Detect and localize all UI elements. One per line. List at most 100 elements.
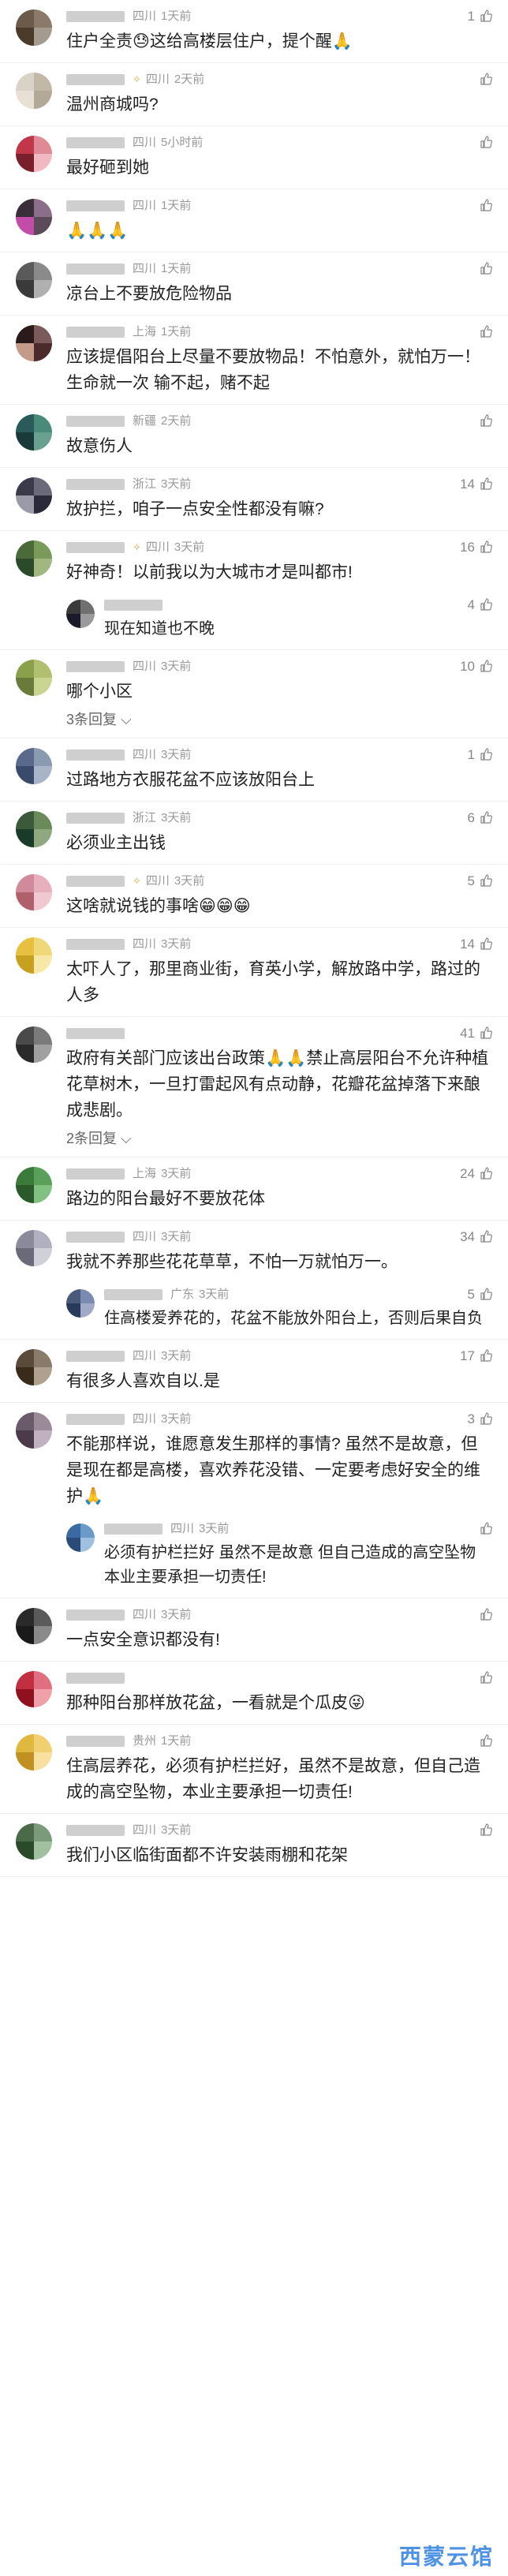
like-button[interactable]: 6 — [468, 809, 492, 827]
thumbs-up-icon[interactable] — [480, 1608, 492, 1621]
reply-item[interactable]: 四川 3天前 必须有护栏拦好 虽然不是故意 但自己造成的高空坠物 本业主要承担一切责… — [66, 1520, 492, 1590]
comment-item[interactable]: 浙江 3天前 14 放护拦，咱子一点安全性都没有嘛? — [0, 468, 508, 531]
like-button[interactable]: 14 — [460, 936, 492, 953]
avatar[interactable] — [16, 937, 52, 974]
comment-item[interactable]: 四川 5小时前 最好砸到她 — [0, 126, 508, 189]
avatar[interactable] — [16, 414, 52, 451]
thumbs-up-icon[interactable] — [480, 540, 492, 553]
avatar[interactable] — [16, 1608, 52, 1644]
blurred-username[interactable] — [66, 1736, 125, 1748]
comment-item[interactable]: ✧ 四川 3天前 5 这啥就说钱的事啥😁😁😁 — [0, 865, 508, 928]
avatar[interactable] — [16, 73, 52, 109]
thumbs-up-icon[interactable] — [480, 598, 492, 611]
comment-item[interactable]: 四川 3天前 一点安全意识都没有! — [0, 1598, 508, 1662]
comment-item[interactable]: ✧ 四川 2天前 温州商城吗? — [0, 63, 508, 126]
thumbs-up-icon[interactable] — [480, 136, 492, 148]
comment-item[interactable]: 四川 3天前 10 哪个小区 3条回复 ⌵ — [0, 650, 508, 738]
like-button[interactable] — [475, 1669, 492, 1687]
blurred-username[interactable] — [104, 600, 162, 611]
blurred-username[interactable] — [66, 813, 125, 824]
thumbs-up-icon[interactable] — [480, 748, 492, 761]
like-button[interactable]: 5 — [468, 873, 492, 890]
blurred-username[interactable] — [104, 1289, 162, 1301]
expand-replies-link[interactable]: 2条回复 ⌵ — [66, 1128, 492, 1149]
thumbs-up-icon[interactable] — [480, 1823, 492, 1836]
comment-item[interactable]: 四川 1天前 凉台上不要放危险物品 — [0, 252, 508, 316]
avatar[interactable] — [16, 540, 52, 577]
like-button[interactable]: 41 — [460, 1025, 492, 1042]
blurred-username[interactable] — [66, 1351, 125, 1363]
like-button[interactable] — [475, 1606, 492, 1624]
like-button[interactable] — [475, 260, 492, 278]
avatar[interactable] — [16, 199, 52, 235]
comment-item[interactable]: 浙江 3天前 6 必须业主出钱 — [0, 802, 508, 865]
avatar[interactable] — [16, 1823, 52, 1860]
like-button[interactable] — [475, 1733, 492, 1750]
comment-item[interactable]: 四川 3天前 我们小区临街面都不许安装雨棚和花架 — [0, 1814, 508, 1877]
avatar[interactable] — [16, 1230, 52, 1266]
avatar[interactable] — [16, 1671, 52, 1707]
like-button[interactable] — [475, 197, 492, 215]
avatar[interactable] — [16, 1167, 52, 1203]
thumbs-up-icon[interactable] — [480, 199, 492, 211]
comment-item[interactable]: 41 政府有关部门应该出台政策🙏🙏禁止高层阳台不允许种植花草树木，一旦打雷起风有点… — [0, 1017, 508, 1157]
blurred-username[interactable] — [66, 661, 125, 673]
thumbs-up-icon[interactable] — [480, 1734, 492, 1747]
blurred-username[interactable] — [66, 939, 125, 951]
like-button[interactable]: 24 — [460, 1165, 492, 1183]
avatar[interactable] — [16, 811, 52, 847]
avatar[interactable] — [16, 1412, 52, 1449]
blurred-username[interactable] — [66, 11, 125, 23]
blurred-username[interactable] — [66, 542, 125, 554]
avatar[interactable] — [66, 1524, 95, 1552]
like-button[interactable]: 14 — [460, 476, 492, 493]
avatar[interactable] — [16, 136, 52, 172]
like-button[interactable]: 1 — [468, 8, 492, 25]
comment-item[interactable]: 新疆 2天前 故意伤人 — [0, 405, 508, 468]
avatar[interactable] — [16, 660, 52, 696]
comment-item[interactable]: 四川 1天前 1 住户全责😓这给高楼层住户，提个醒🙏 — [0, 0, 508, 63]
blurred-username[interactable] — [66, 750, 125, 761]
blurred-username[interactable] — [66, 137, 125, 149]
avatar[interactable] — [16, 477, 52, 514]
like-button[interactable] — [475, 323, 492, 341]
blurred-username[interactable] — [66, 1414, 125, 1426]
avatar[interactable] — [16, 874, 52, 910]
blurred-username[interactable] — [66, 1028, 125, 1040]
blurred-username[interactable] — [66, 1232, 125, 1243]
blurred-username[interactable] — [66, 1673, 125, 1684]
comment-item[interactable]: 贵州 1天前 住高层养花，必须有护栏拦好，虽然不是故意，但自己造成的高空坠物，本业主… — [0, 1725, 508, 1814]
thumbs-up-icon[interactable] — [480, 1412, 492, 1425]
like-button[interactable] — [475, 1822, 492, 1839]
like-button[interactable]: 1 — [468, 746, 492, 764]
avatar[interactable] — [16, 748, 52, 784]
blurred-username[interactable] — [66, 200, 125, 212]
like-button[interactable]: 3 — [468, 1411, 492, 1428]
avatar[interactable] — [16, 262, 52, 298]
avatar[interactable] — [16, 1349, 52, 1385]
thumbs-up-icon[interactable] — [480, 811, 492, 824]
comment-item[interactable]: 四川 3天前 34 我就不养那些花花草草，不怕一万就怕万一。 广东 3天前 5 住高楼爱养花的… — [0, 1221, 508, 1340]
thumbs-up-icon[interactable] — [480, 1026, 492, 1039]
avatar[interactable] — [16, 1026, 52, 1063]
avatar[interactable] — [16, 9, 52, 46]
like-button[interactable]: 34 — [460, 1228, 492, 1246]
expand-replies-link[interactable]: 3条回复 ⌵ — [66, 709, 492, 730]
comment-item[interactable]: 四川 1天前 🙏🙏🙏 — [0, 189, 508, 252]
thumbs-up-icon[interactable] — [480, 73, 492, 85]
like-button[interactable]: 10 — [460, 658, 492, 675]
comment-item[interactable]: 四川 3天前 3 不能那样说，谁愿意发生那样的事情? 虽然不是故意，但是现在都是高楼，… — [0, 1403, 508, 1598]
avatar[interactable] — [66, 600, 95, 628]
avatar[interactable] — [16, 1734, 52, 1770]
like-button[interactable] — [475, 134, 492, 151]
blurred-username[interactable] — [66, 479, 125, 491]
like-button[interactable]: 17 — [460, 1348, 492, 1365]
reply-item[interactable]: 4 现在知道也不晚 — [66, 596, 492, 641]
thumbs-up-icon[interactable] — [480, 1230, 492, 1243]
blurred-username[interactable] — [66, 264, 125, 275]
thumbs-up-icon[interactable] — [480, 874, 492, 887]
like-button[interactable] — [475, 413, 492, 430]
thumbs-up-icon[interactable] — [480, 414, 492, 427]
thumbs-up-icon[interactable] — [480, 1288, 492, 1300]
like-button[interactable]: 5 — [468, 1286, 492, 1303]
